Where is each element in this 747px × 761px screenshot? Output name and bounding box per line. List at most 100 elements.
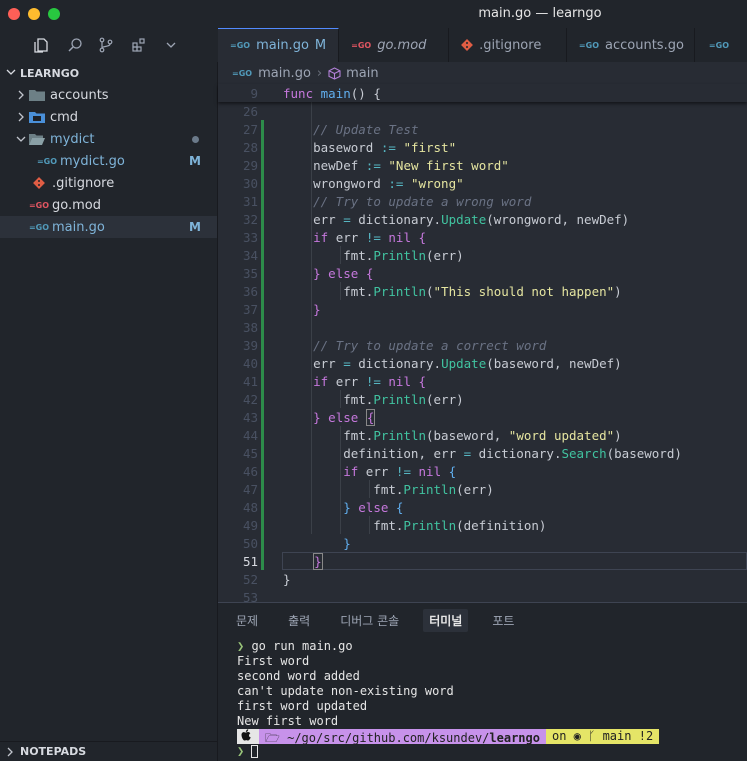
go-file-icon: =GO [230,41,251,50]
chevron-down-icon [14,134,28,144]
sidebar-item-main-go[interactable]: =GO main.go M [0,216,217,238]
tab-ports[interactable]: 포트 [486,609,520,632]
tab-main-go[interactable]: =GO main.go M [218,28,340,62]
code-line: baseword := "first" [283,139,457,155]
notepads-label: NOTEPADS [20,745,87,758]
tab-overflow[interactable]: =GO [695,28,747,62]
sidebar-item-mydict-go[interactable]: =GO mydict.go M [0,150,217,172]
minimize-window-button[interactable] [28,8,40,20]
tab-go-mod[interactable]: =GO go.mod [339,28,450,62]
root-folder-label: LEARNGO [20,66,80,80]
gutter-modified-marker [261,480,264,498]
code-line: if err != nil { [313,229,427,245]
gutter-modified-marker [261,444,264,462]
extensions-icon[interactable] [130,36,148,54]
gutter-modified-marker [261,300,264,318]
sidebar-item-accounts[interactable]: accounts [0,84,217,106]
bottom-panel: 문제 출력 디버그 콘솔 터미널 포트 ❯ go run main.go Fir… [218,602,747,761]
gutter-modified-marker [261,462,264,480]
tab-accounts-go[interactable]: =GO accounts.go [567,28,695,62]
go-file-icon: =GO [578,40,599,50]
close-window-button[interactable] [8,8,20,20]
gutter-modified-marker [261,336,264,354]
sidebar-item-label: go.mod [52,197,101,213]
code-line: fmt.Println(err) [283,391,464,407]
line-number: 44 [242,427,258,443]
code-line: fmt.Println(definition) [283,517,547,533]
cube-icon [328,66,341,80]
gutter-modified-marker [261,120,264,138]
tab-debug-console[interactable]: 디버그 콘솔 [334,609,405,632]
terminal[interactable]: ❯ go run main.go First word second word … [237,639,660,759]
line-number: 52 [242,571,258,587]
code-editor[interactable]: 26 27 // Update Test 28 baseword := "fir… [218,102,747,602]
gutter-modified-marker [261,138,264,156]
sidebar-item-cmd[interactable]: cmd [0,106,217,128]
line-number: 43 [242,409,258,425]
go-mod-icon: =GO [351,40,372,50]
source-control-icon[interactable] [97,36,115,54]
explorer-root[interactable]: LEARNGO [0,62,217,84]
terminal-command: go run main.go [251,639,353,653]
sidebar-item-label: mydict.go [60,153,125,169]
gutter-modified-marker [261,174,264,192]
github-icon: ◉ [573,729,581,743]
editor-tabs: =GO main.go M =GO go.mod .gitignore =GO … [218,28,747,62]
git-status: !2 [638,729,654,743]
go-file-icon: =GO [28,222,50,232]
go-mod-icon: =GO [28,200,50,210]
sidebar-item-gitignore[interactable]: .gitignore [0,172,217,194]
sidebar-item-mydict[interactable]: mydict [0,128,217,150]
gutter-modified-marker [261,156,264,174]
prompt-git-segment: on ◉ ᚴ main !2 [545,729,660,744]
git-icon [461,39,474,51]
line-number: 42 [242,391,258,407]
go-file-icon: =GO [708,40,729,50]
chevron-right-icon [14,112,28,122]
panel-tabs: 문제 출력 디버그 콘솔 터미널 포트 [218,603,747,637]
gutter-modified-marker [261,426,264,444]
chevron-down-icon[interactable] [162,36,180,54]
terminal-output-line: first word updated [237,699,368,713]
line-number: 29 [242,157,258,173]
code-line: fmt.Println(err) [283,481,494,497]
code-line: // Try to update a correct word [313,337,547,353]
search-icon[interactable] [66,36,84,54]
sidebar-item-label: mydict [50,131,95,147]
line-number: 53 [242,589,258,603]
line-number: 30 [242,175,258,191]
terminal-prompt-bar: 🗁 ~/go/src/github.com/ksundev/learngo on… [237,729,660,745]
sidebar-item-label: cmd [50,109,79,125]
go-file-icon: =GO [232,68,253,78]
prompt-arrow-icon: ❯ [237,744,252,758]
code-line: // Update Test [313,121,419,137]
maximize-window-button[interactable] [48,8,60,20]
line-number: 47 [242,481,258,497]
tab-label: accounts.go [605,37,684,53]
code-line: fmt.Println(err) [283,247,464,263]
gutter-modified-marker [261,210,264,228]
line-number: 46 [242,463,258,479]
window-title: main.go — learngo [478,6,602,21]
breadcrumb-symbol[interactable]: main [346,66,378,81]
line-number: 39 [242,337,258,353]
notepads-section[interactable]: NOTEPADS [0,741,217,761]
folder-icon: 🗁 [265,731,288,745]
line-number: 38 [242,319,258,335]
sidebar-item-go-mod[interactable]: =GO go.mod [0,194,217,216]
sticky-scroll-line[interactable]: 9 func main() { [218,84,747,102]
breadcrumb-file[interactable]: main.go [258,66,311,81]
tab-gitignore[interactable]: .gitignore [449,28,567,62]
line-number: 28 [242,139,258,155]
line-number: 50 [242,535,258,551]
explorer-sidebar: LEARNGO accounts cmd mydict =GO mydict.g… [0,62,218,761]
line-number: 48 [242,499,258,515]
terminal-input-line[interactable]: ❯ [237,744,659,759]
code-line: wrongword := "wrong" [283,175,464,191]
gutter-modified-marker [261,390,264,408]
code-line: func main() { [283,85,381,101]
tab-output[interactable]: 출력 [282,609,316,632]
tab-problems[interactable]: 문제 [230,609,264,632]
files-icon[interactable] [32,36,50,54]
tab-terminal[interactable]: 터미널 [423,608,469,632]
